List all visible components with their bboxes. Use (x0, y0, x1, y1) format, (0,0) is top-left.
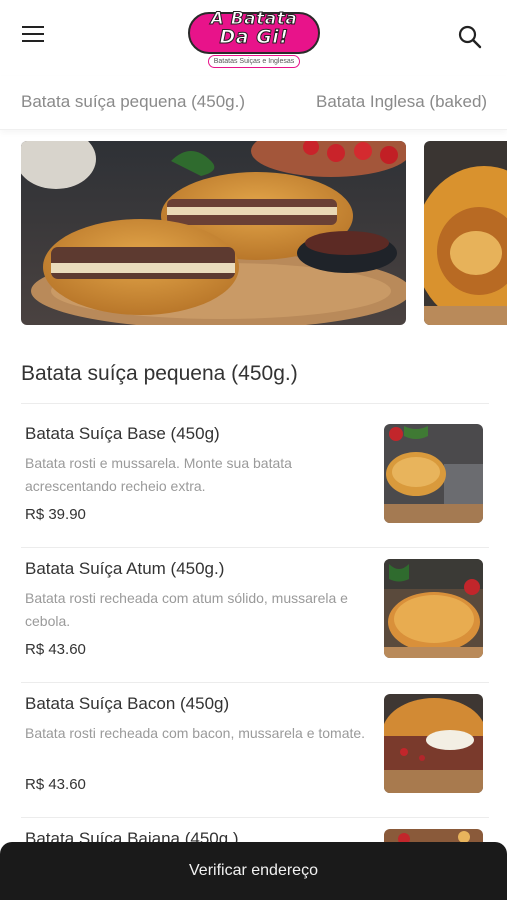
item-price: R$ 39.90 (25, 506, 86, 523)
menu-item-suica-atum[interactable]: Batata Suíça Atum (450g.) Batata rosti r… (21, 559, 489, 669)
brand-logo[interactable]: A Batata Da Gi! Batatas Suiças e Inglesa… (186, 6, 322, 68)
item-thumbnail (384, 424, 483, 523)
logo-title-line2: Da Gi! (219, 26, 289, 49)
banner-image-rosti[interactable] (21, 141, 406, 325)
item-name: Batata Suíça Bacon (450g) (25, 694, 230, 713)
app-header: A Batata Da Gi! Batatas Suiças e Inglesa… (0, 0, 507, 76)
verify-address-button[interactable]: Verificar endereço (0, 842, 507, 900)
menu-item-suica-base[interactable]: Batata Suíça Base (450g) Batata rosti e … (21, 424, 489, 534)
tab-batata-suica-pequena[interactable]: Batata suíça pequena (450g.) (21, 92, 245, 112)
item-name: Batata Suíça Base (450g) (25, 424, 220, 443)
menu-item-suica-bacon[interactable]: Batata Suíça Bacon (450g) Batata rosti r… (21, 694, 489, 804)
item-price: R$ 43.60 (25, 776, 86, 793)
item-description: Batata rosti recheada com bacon, mussare… (25, 725, 366, 741)
search-icon[interactable] (457, 24, 483, 50)
divider (21, 547, 489, 548)
hamburger-menu-icon[interactable] (22, 26, 48, 46)
banner-carousel[interactable] (0, 141, 507, 326)
item-thumbnail (384, 559, 483, 658)
item-price: R$ 43.60 (25, 641, 86, 658)
item-name: Batata Suíça Atum (450g.) (25, 559, 225, 578)
tab-batata-inglesa[interactable]: Batata Inglesa (baked) (316, 92, 487, 112)
category-tabs: Batata suíça pequena (450g.) Batata Ingl… (0, 76, 507, 130)
divider (21, 817, 489, 818)
banner-image-baked-potato[interactable] (424, 141, 507, 325)
item-thumbnail (384, 694, 483, 793)
logo-subtitle: Batatas Suiças e Inglesas (208, 55, 300, 68)
section-title: Batata suíça pequena (450g.) (21, 362, 298, 385)
divider (21, 403, 489, 404)
item-description: Batata rosti e mussarela. Monte sua bata… (25, 455, 292, 494)
divider (21, 682, 489, 683)
item-description: Batata rosti recheada com atum sólido, m… (25, 590, 348, 629)
